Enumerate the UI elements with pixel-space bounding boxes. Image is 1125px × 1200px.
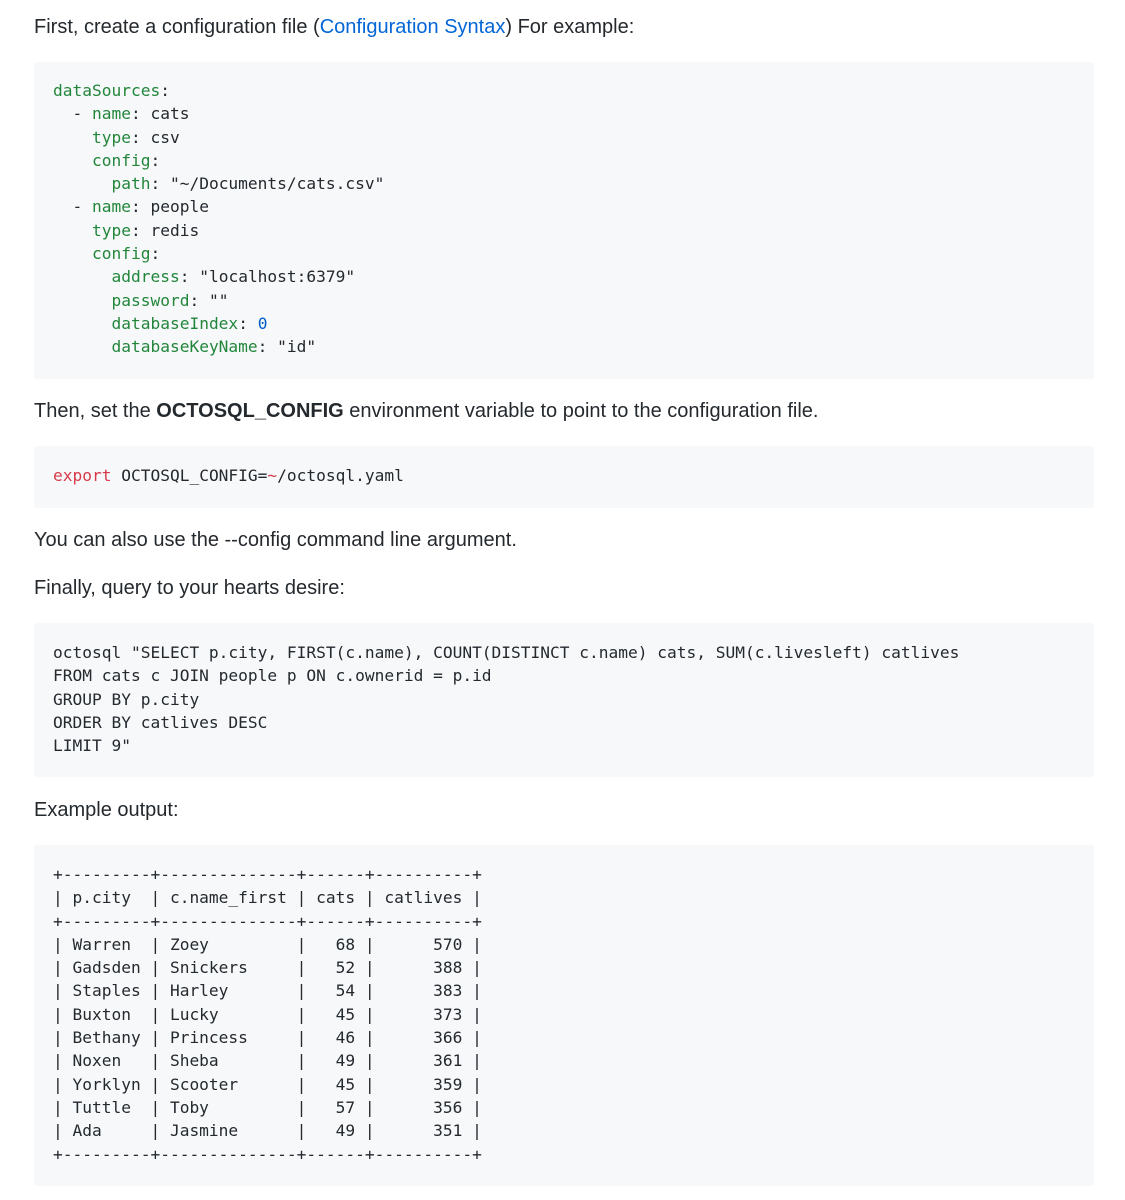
intro-paragraph: First, create a configuration file (Conf… xyxy=(34,13,1095,41)
yaml-value: : "localhost:6379" xyxy=(179,267,356,287)
output-line: +---------+--------------+------+-------… xyxy=(53,911,482,931)
yaml-key: name xyxy=(91,197,131,217)
yaml-indent xyxy=(53,337,111,356)
yaml-indent xyxy=(53,267,111,286)
export-code-block: export OCTOSQL_CONFIG=~/octosql.yaml xyxy=(34,446,1094,508)
query-line: FROM cats c JOIN people p ON c.ownerid =… xyxy=(53,666,492,686)
yaml-dash: - xyxy=(53,197,92,217)
env-var-paragraph: Then, set the OCTOSQL_CONFIG environment… xyxy=(34,397,1095,425)
example-output-label: Example output: xyxy=(34,799,179,821)
yaml-value: : "" xyxy=(189,290,229,310)
output-line: | Gadsden | Snickers | 52 | 388 | xyxy=(53,958,482,978)
yaml-value: : csv xyxy=(130,127,180,147)
yaml-number: 0 xyxy=(257,313,268,333)
intro-text-after: ) For example: xyxy=(505,16,635,38)
output-line: | Buxton | Lucky | 45 | 373 | xyxy=(53,1004,482,1024)
yaml-punct: : xyxy=(150,244,161,264)
configuration-syntax-link[interactable]: Configuration Syntax xyxy=(320,16,506,38)
output-line: +---------+--------------+------+-------… xyxy=(53,865,482,884)
output-line: | Tuttle | Toby | 57 | 356 | xyxy=(53,1097,482,1117)
yaml-dash: - xyxy=(53,104,92,124)
yaml-indent xyxy=(53,314,111,333)
intro-text-before: First, create a configuration file ( xyxy=(34,16,320,38)
output-line: | Staples | Harley | 54 | 383 | xyxy=(53,981,482,1001)
yaml-config-code: dataSources: - name: cats type: csv conf… xyxy=(53,79,1094,359)
yaml-key: name xyxy=(91,104,131,124)
yaml-indent xyxy=(53,244,92,263)
yaml-value: : cats xyxy=(130,104,190,124)
finally-paragraph: Finally, query to your hearts desire: xyxy=(34,577,345,599)
query-line: GROUP BY p.city xyxy=(53,689,200,709)
query-code: octosql "SELECT p.city, FIRST(c.name), C… xyxy=(53,641,1094,757)
yaml-punct: : xyxy=(160,81,170,100)
output-line: | Noxen | Sheba | 49 | 361 | xyxy=(53,1051,482,1071)
yaml-punct: : xyxy=(150,150,161,170)
export-variable: OCTOSQL_CONFIG= xyxy=(111,466,268,485)
output-line: | Bethany | Princess | 46 | 366 | xyxy=(53,1028,482,1048)
readme-page: First, create a configuration file (Conf… xyxy=(0,0,1125,1200)
yaml-key: type xyxy=(91,127,131,147)
output-code-block: +---------+--------------+------+-------… xyxy=(34,845,1094,1186)
yaml-key: dataSources xyxy=(53,81,161,100)
yaml-key: databaseKeyName xyxy=(111,337,258,357)
query-code-block: octosql "SELECT p.city, FIRST(c.name), C… xyxy=(34,623,1094,777)
yaml-indent xyxy=(53,174,111,193)
env-var-name: OCTOSQL_CONFIG xyxy=(156,400,344,422)
export-tilde: ~ xyxy=(267,466,278,485)
yaml-indent xyxy=(53,128,92,147)
yaml-key: config xyxy=(91,150,151,170)
export-path: /octosql.yaml xyxy=(277,466,404,485)
yaml-config-code-block: dataSources: - name: cats type: csv conf… xyxy=(34,62,1094,379)
yaml-key: address xyxy=(111,267,180,287)
yaml-key: type xyxy=(91,220,131,240)
yaml-indent xyxy=(53,291,111,310)
env-text-before: Then, set the xyxy=(34,400,157,422)
output-line: | Yorklyn | Scooter | 45 | 359 | xyxy=(53,1074,482,1094)
export-code: export OCTOSQL_CONFIG=~/octosql.yaml xyxy=(53,464,1094,487)
yaml-key: password xyxy=(111,290,190,310)
yaml-value: : redis xyxy=(130,220,200,240)
output-line: +---------+--------------+------+-------… xyxy=(53,1144,482,1164)
yaml-indent xyxy=(53,151,92,170)
output-line: | Ada | Jasmine | 49 | 351 | xyxy=(53,1121,482,1141)
yaml-key: databaseIndex xyxy=(111,313,239,333)
query-line: LIMIT 9" xyxy=(53,736,131,756)
yaml-key: config xyxy=(91,244,151,264)
config-arg-paragraph: You can also use the --config command li… xyxy=(34,529,517,551)
env-text-after: environment variable to point to the con… xyxy=(343,400,819,422)
query-line: octosql "SELECT p.city, FIRST(c.name), C… xyxy=(53,643,960,662)
yaml-key: path xyxy=(111,174,151,194)
export-keyword: export xyxy=(53,466,112,485)
yaml-value: : "id" xyxy=(257,337,317,357)
yaml-indent xyxy=(53,221,92,240)
query-line: ORDER BY catlives DESC xyxy=(53,712,268,732)
output-line: | p.city | c.name_first | cats | catlive… xyxy=(53,888,482,908)
output-code: +---------+--------------+------+-------… xyxy=(53,863,1094,1166)
yaml-value: : "~/Documents/cats.csv" xyxy=(150,174,385,194)
output-line: | Warren | Zoey | 68 | 570 | xyxy=(53,934,482,954)
yaml-value: : people xyxy=(130,197,209,217)
yaml-punct: : xyxy=(238,313,258,333)
